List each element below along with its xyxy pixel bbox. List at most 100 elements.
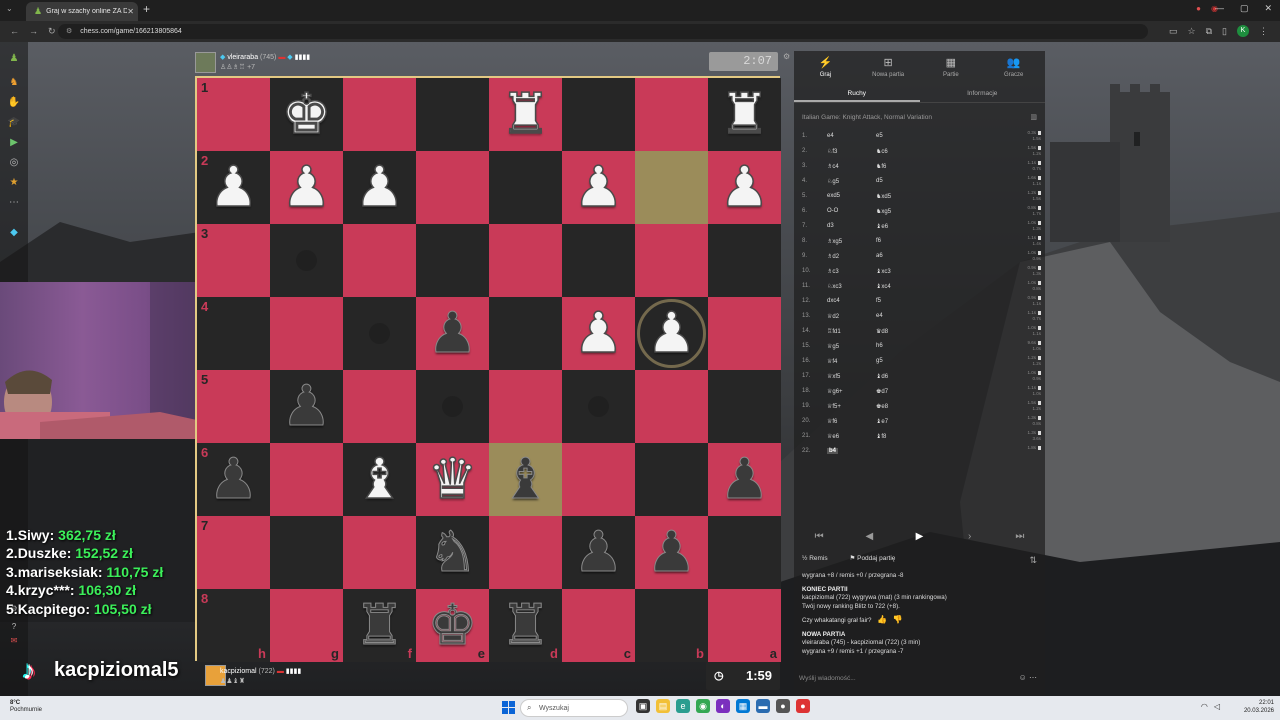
board-square[interactable]: ♜ [708,78,781,151]
start-button[interactable] [502,701,515,714]
white-bishop-icon[interactable]: ♝ [349,446,410,511]
minimize-icon[interactable]: — [1215,3,1224,14]
chrome-icon[interactable]: ◉ [696,699,710,713]
board-square[interactable] [489,516,562,589]
learn-icon[interactable]: 🎓 [7,116,21,130]
move-hint-dot[interactable] [588,396,609,417]
board-square[interactable]: ♞ [416,516,489,589]
tab-players[interactable]: 👥 Gracze [982,51,1045,83]
resign-button[interactable]: ⚑ Poddaj partię [849,555,905,562]
white-pawn-icon[interactable]: ♟ [568,154,629,219]
board-square[interactable]: 4 [197,297,270,370]
white-pawn-icon[interactable]: ♟ [349,154,410,219]
file-explorer-icon[interactable]: ▤ [656,699,670,713]
black-move[interactable]: ♚d7 [876,388,888,395]
board-square[interactable] [708,297,781,370]
board-square[interactable]: ♚ [270,78,343,151]
white-move[interactable]: ♘xc3 [827,283,842,290]
thumbs-up-icon[interactable]: 👍 [877,615,887,624]
black-move[interactable]: ♛d8 [876,328,888,335]
black-move[interactable]: g5 [876,358,883,364]
black-move[interactable]: h6 [876,343,883,349]
board-square[interactable]: ♛ [416,443,489,516]
board-square[interactable]: 1 [197,78,270,151]
board-square[interactable]: ♟ [270,151,343,224]
last-move-icon[interactable]: ⏭ [995,526,1045,548]
black-pawn-icon[interactable]: ♟ [276,374,337,438]
board-square[interactable] [635,224,708,297]
white-pawn-icon[interactable]: ♟ [714,154,775,219]
puzzles-icon[interactable]: ♞ [7,76,21,90]
board-square[interactable]: ♟ [635,297,708,370]
player-name[interactable]: kacpiziomal [220,668,257,675]
board-square[interactable] [489,224,562,297]
board-square[interactable] [343,297,416,370]
wifi-icon[interactable]: ◠ [1201,702,1208,711]
black-pawn-icon[interactable]: ♟ [641,520,702,584]
opponent-avatar[interactable] [195,52,216,73]
black-rook-icon[interactable]: ♜ [495,593,556,657]
white-move[interactable]: e4 [827,133,834,139]
board-square[interactable]: 5 [197,370,270,443]
chess-logo-icon[interactable]: ♟ [7,52,21,66]
task-view-icon[interactable]: ▣ [636,699,650,713]
cast-icon[interactable]: ▭ [1169,26,1178,37]
board-square[interactable]: 2 ♟ [197,151,270,224]
white-move[interactable]: ♘g5 [827,178,839,185]
black-move[interactable]: f6 [876,238,881,244]
white-move[interactable]: ♕e6 [827,433,839,440]
first-move-icon[interactable]: ⏮ [794,526,844,548]
store-icon[interactable]: ▦ [736,699,750,713]
white-move[interactable]: ♕g5 [827,343,839,350]
board-square[interactable] [270,516,343,589]
move-hint-dot[interactable] [369,323,390,344]
white-rook-icon[interactable]: ♜ [495,81,556,146]
white-move[interactable]: ♕g6+ [827,388,843,395]
board-square[interactable]: e ♚ [416,589,489,662]
black-pawn-icon[interactable]: ♟ [714,447,775,511]
board-square[interactable]: c [562,589,635,662]
board-square[interactable]: ♟ [270,370,343,443]
forward-icon[interactable]: → [29,26,38,37]
board-square[interactable]: g [270,589,343,662]
white-move[interactable]: ♗d2 [827,253,839,260]
black-move[interactable]: ♝xc4 [876,283,891,290]
board-square[interactable] [416,370,489,443]
white-move[interactable]: ♕xf5 [827,373,840,380]
black-move[interactable]: e5 [876,133,883,139]
black-move[interactable]: ♝e7 [876,418,888,425]
extension-icon[interactable]: ● [1196,4,1201,13]
weather-widget[interactable]: 8°C Pochmurnie [10,700,42,714]
white-move[interactable]: dxc4 [827,298,840,304]
new-game-text[interactable]: vleiraraba (745) - kacpiziomal (722) (3 … [802,639,1038,648]
board-square[interactable]: ♝ [343,443,416,516]
white-king-icon[interactable]: ♚ [276,81,337,146]
black-move[interactable]: d5 [876,178,883,184]
tab-moves[interactable]: Ruchy [794,85,920,102]
black-move[interactable]: a6 [876,253,883,259]
board-square[interactable]: a [708,589,781,662]
board-square[interactable] [270,297,343,370]
board-square[interactable]: ♟ [562,151,635,224]
white-pawn-icon[interactable]: ♟ [203,154,264,219]
tab-search-icon[interactable]: ⌄ [6,4,13,13]
white-move[interactable]: ♗c4 [827,163,839,170]
more-icon[interactable]: ⋯ [7,196,21,210]
board-square[interactable] [270,224,343,297]
board-square[interactable]: f ♜ [343,589,416,662]
opponent-name[interactable]: vleiraraba [227,54,258,61]
board-square[interactable] [562,443,635,516]
black-move[interactable]: ♝f8 [876,433,886,440]
board-square[interactable] [635,443,708,516]
board-square[interactable] [416,78,489,151]
white-move[interactable]: ♗c3 [827,268,839,275]
black-move[interactable]: ♝e6 [876,223,888,230]
tab-play[interactable]: ⚡ Graj [794,51,857,83]
white-pawn-icon[interactable]: ♟ [276,154,337,219]
photos-icon[interactable]: ▬ [756,699,770,713]
black-move[interactable]: ♚e8 [876,403,888,410]
chat-input[interactable]: Wyślij wiadomość... [799,675,856,682]
browser-menu-icon[interactable]: ⋮ [1259,26,1268,37]
white-move[interactable]: ♕d2 [827,313,839,320]
white-move[interactable]: ♕f4 [827,358,837,365]
